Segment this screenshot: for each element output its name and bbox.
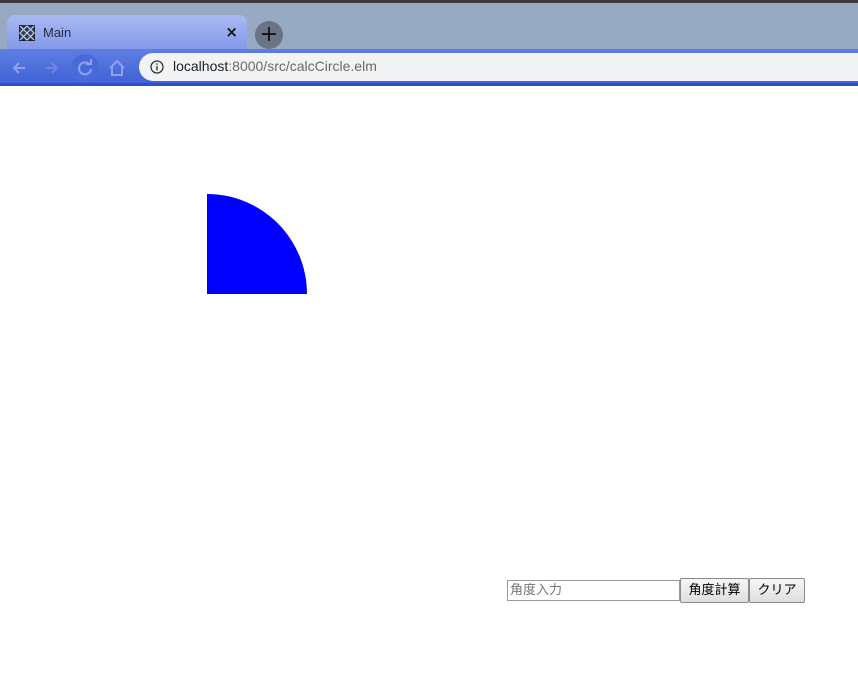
circle-sector <box>207 194 307 294</box>
url-path: :8000/src/calcCircle.elm <box>228 58 377 74</box>
new-tab-button[interactable]: + <box>255 21 283 49</box>
angle-input[interactable] <box>507 580 680 601</box>
back-button[interactable] <box>5 54 33 82</box>
forward-button[interactable] <box>38 54 66 82</box>
page-content: 角度計算 クリア <box>0 86 858 679</box>
home-button[interactable] <box>103 54 131 82</box>
url-text: localhost:8000/src/calcCircle.elm <box>173 58 377 74</box>
arrow-right-icon <box>46 62 59 74</box>
reload-button[interactable] <box>71 54 99 82</box>
info-icon[interactable] <box>150 60 164 74</box>
reload-icon <box>78 59 92 76</box>
tab-title: Main <box>43 25 72 40</box>
tab-strip: Main × + <box>0 3 858 53</box>
address-bar[interactable]: localhost:8000/src/calcCircle.elm <box>139 53 858 81</box>
tab-close-icon[interactable]: × <box>225 23 238 41</box>
arrow-left-icon <box>12 62 25 74</box>
clear-button[interactable]: クリア <box>749 578 805 603</box>
home-icon <box>109 59 125 76</box>
circle-canvas <box>207 194 307 294</box>
calc-angle-button[interactable]: 角度計算 <box>680 578 749 603</box>
url-host: localhost <box>173 58 229 74</box>
elm-favicon-icon <box>19 25 35 41</box>
browser-tab-main[interactable]: Main × <box>7 15 247 53</box>
